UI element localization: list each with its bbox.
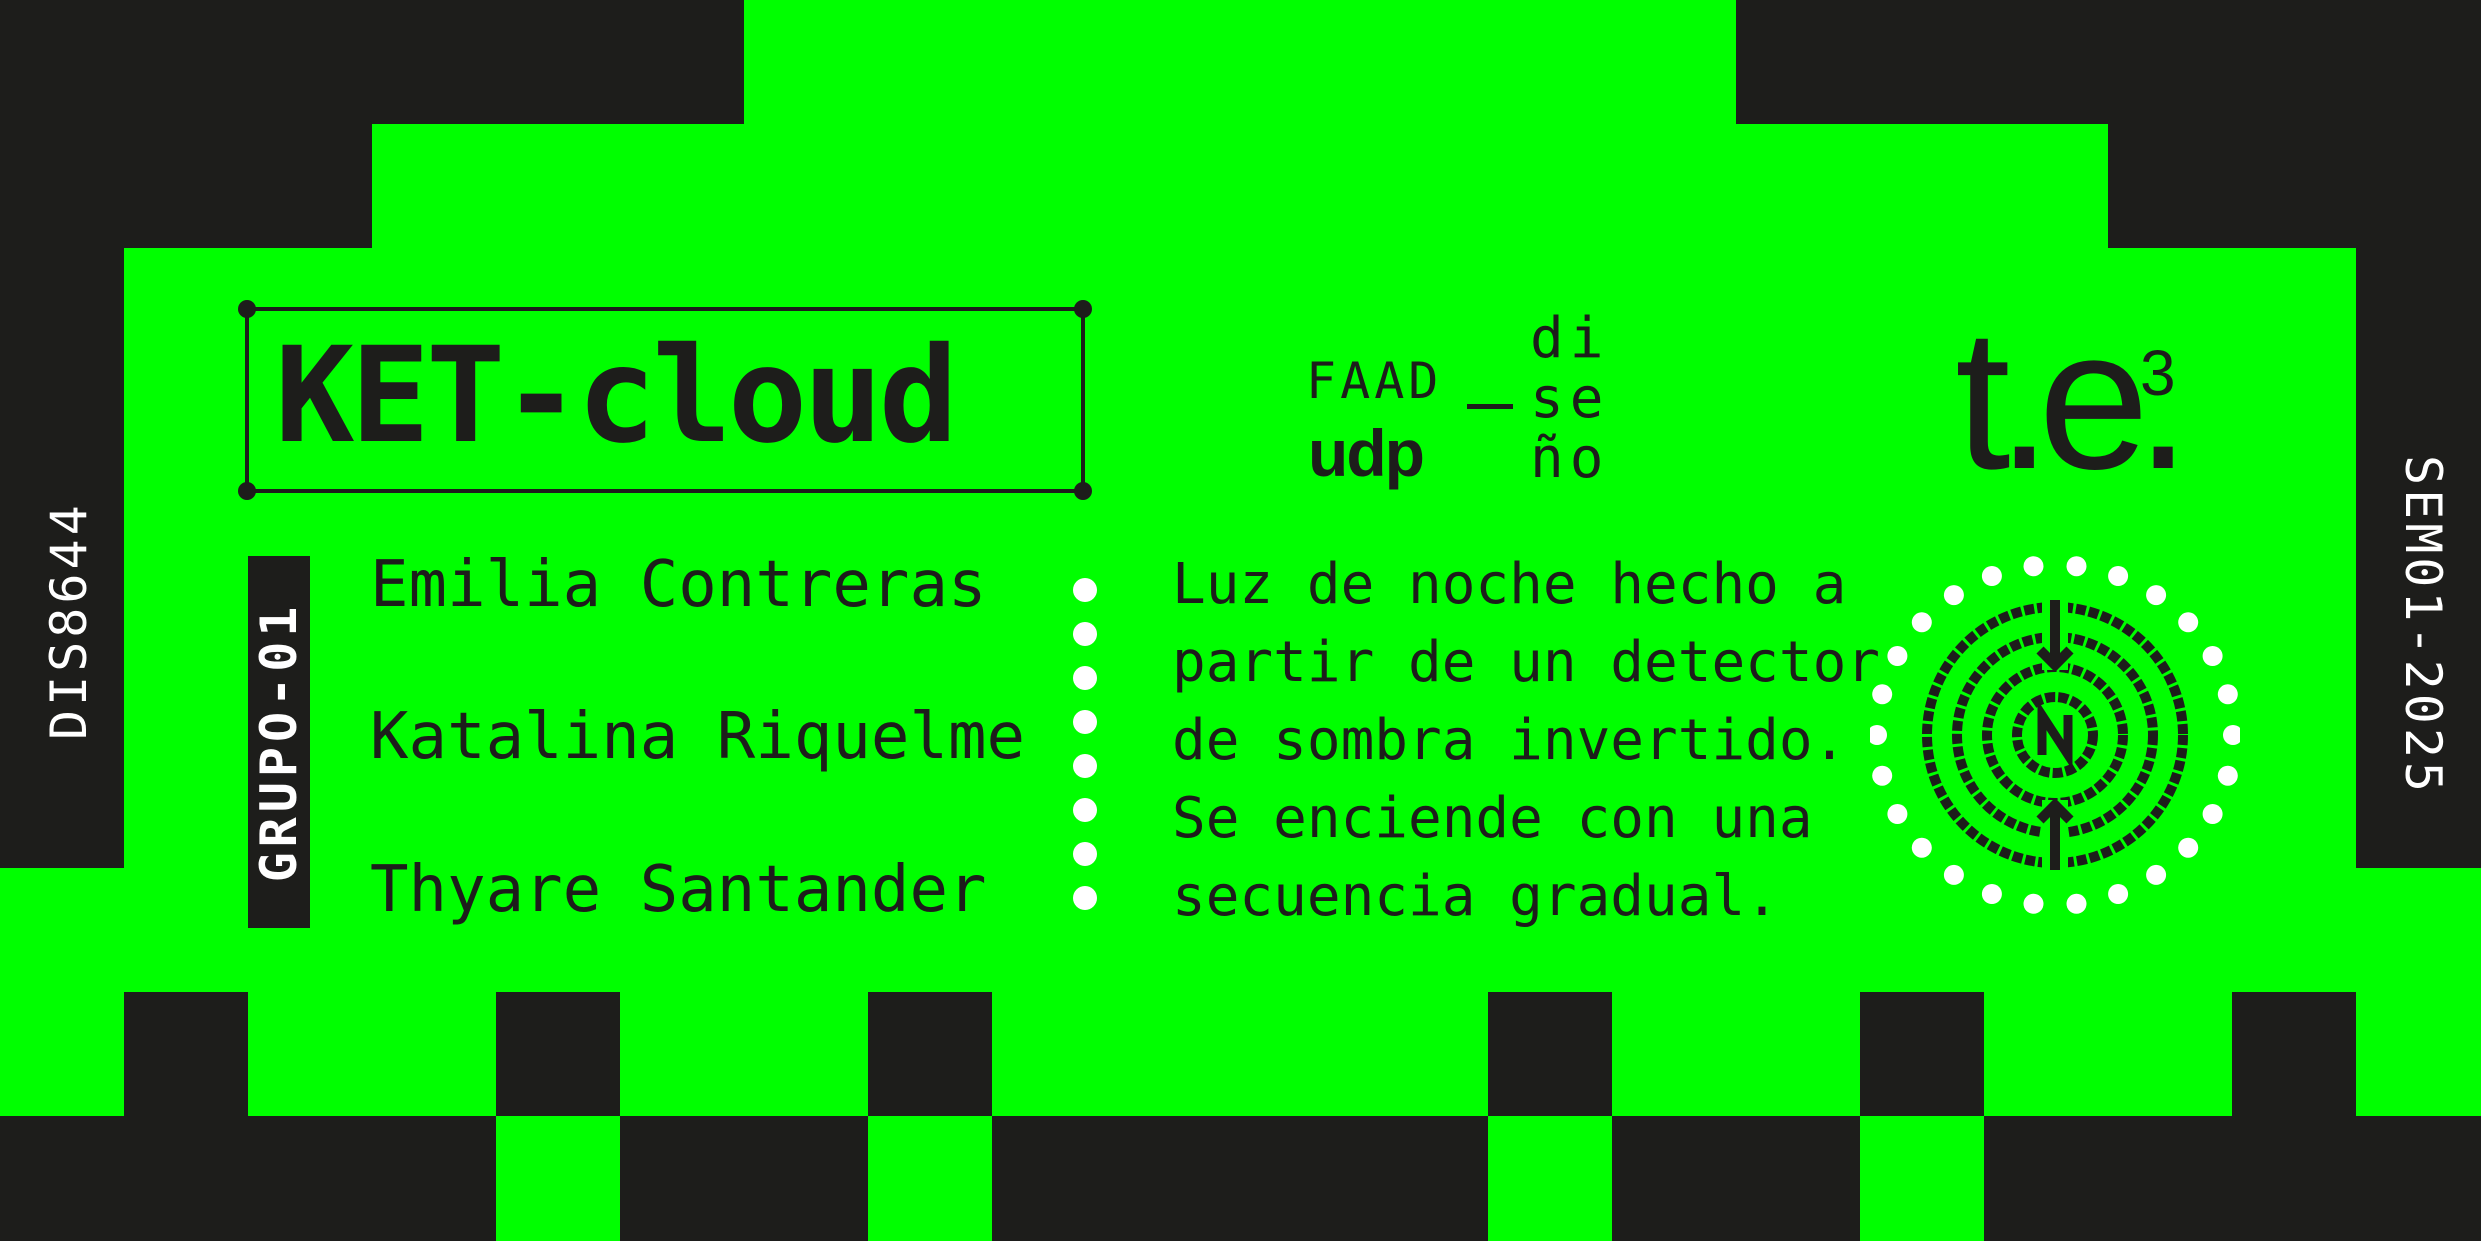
ring-dot bbox=[2217, 684, 2238, 705]
poster: KET-cloud GRUPO-01 Emilia Contreras Kata… bbox=[0, 0, 2481, 1241]
ring-dot bbox=[1887, 804, 1908, 824]
ring-dot bbox=[1911, 837, 1932, 858]
member-name: Katalina Riquelme bbox=[370, 700, 1026, 774]
ring-dot bbox=[2223, 725, 2240, 745]
member-name: Emilia Contreras bbox=[370, 548, 987, 622]
ring-dot bbox=[2202, 646, 2223, 666]
ring-dot bbox=[2108, 566, 2129, 586]
ring-dot bbox=[2066, 893, 2087, 914]
ring-dot bbox=[2178, 837, 2199, 858]
description-line: secuencia gradual. bbox=[1172, 864, 1779, 929]
ring-dot bbox=[2146, 864, 2167, 885]
group-label: GRUPO-01 bbox=[250, 601, 308, 883]
frame-corner bbox=[1074, 300, 1092, 318]
ring-dot bbox=[2202, 804, 2223, 824]
circular-arrows-icon bbox=[1870, 556, 2240, 914]
ring-dot bbox=[1981, 884, 2002, 904]
project-title: KET-cloud bbox=[275, 319, 958, 473]
ring-dot bbox=[1943, 864, 1964, 885]
member-name: Thyare Santander bbox=[370, 853, 987, 927]
ring-dot bbox=[2146, 585, 2167, 606]
te-logo-superscript: 3 bbox=[2140, 337, 2176, 409]
ring-dot bbox=[1887, 646, 1908, 666]
ring-dot bbox=[1981, 566, 2002, 586]
ring-dot bbox=[2217, 765, 2238, 786]
ring-dot bbox=[1870, 725, 1887, 745]
ring-dot bbox=[2023, 893, 2044, 914]
ring-dot bbox=[2023, 556, 2044, 577]
course-code: DIS8644 bbox=[40, 501, 98, 740]
description-line: de sombra invertido. bbox=[1172, 708, 1847, 773]
logo-dash bbox=[1467, 404, 1513, 409]
diseno-syllable: ño bbox=[1530, 426, 1610, 491]
frame-corner bbox=[238, 482, 256, 500]
ring-dot bbox=[2066, 556, 2087, 577]
semester-code: SEM01-2025 bbox=[2394, 455, 2452, 797]
diseno-syllable: se bbox=[1530, 366, 1610, 431]
ring-dot bbox=[1872, 765, 1893, 786]
ring-dot bbox=[2108, 884, 2129, 904]
description-line: Se enciende con una bbox=[1172, 786, 1813, 851]
ring-dot bbox=[1872, 684, 1893, 705]
frame-corner bbox=[1074, 482, 1092, 500]
ring-dot bbox=[1943, 585, 1964, 606]
frame-corner bbox=[238, 300, 256, 318]
group-badge: GRUPO-01 bbox=[248, 556, 310, 928]
description-line: partir de un detector bbox=[1172, 630, 1881, 695]
faad-label: FAAD bbox=[1306, 352, 1443, 410]
ring-dot bbox=[1911, 612, 1932, 633]
description-line: Luz de noche hecho a bbox=[1172, 552, 1847, 617]
ring-dot bbox=[2178, 612, 2199, 633]
udp-label: udp bbox=[1308, 416, 1425, 490]
diseno-syllable: di bbox=[1530, 306, 1610, 371]
